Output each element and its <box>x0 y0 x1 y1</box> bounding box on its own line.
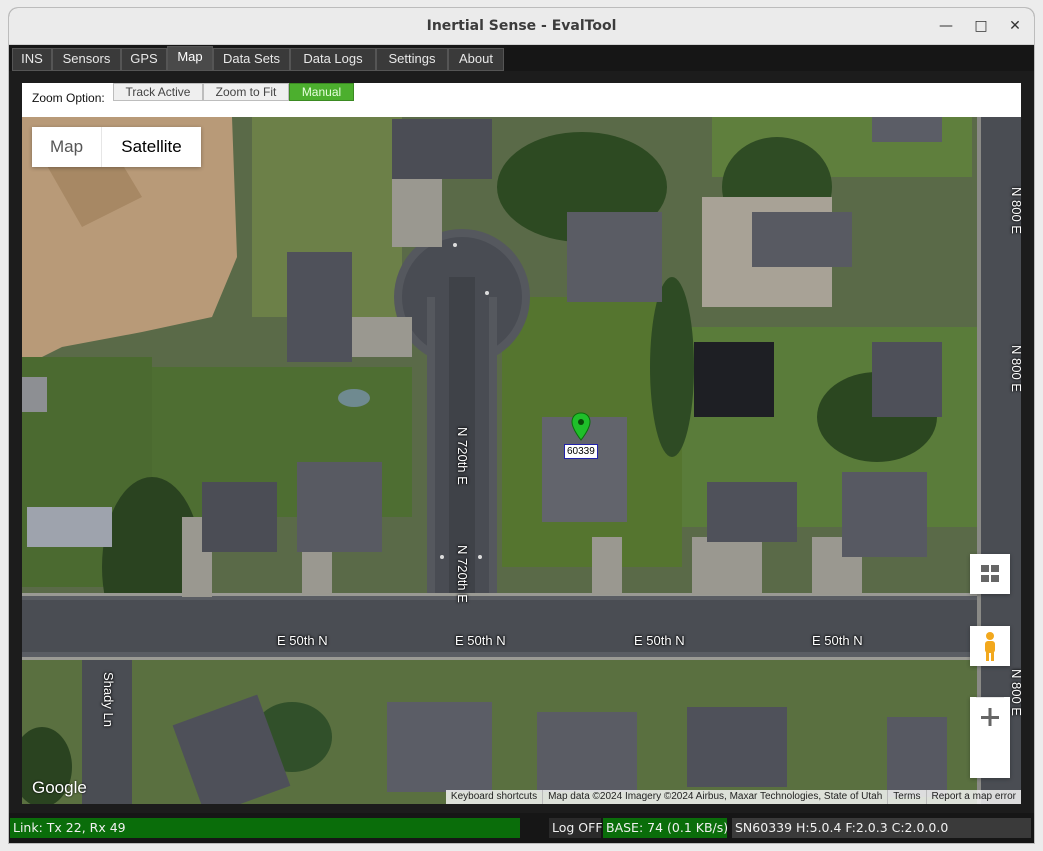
keyboard-shortcuts-link[interactable]: Keyboard shortcuts <box>446 790 542 804</box>
street-view-button[interactable] <box>970 626 1010 666</box>
maximize-button[interactable]: □ <box>971 16 991 36</box>
device-info: SN60339 H:5.0.4 F:2.0.3 C:2.0.0.0 <box>732 818 1031 838</box>
road-label-e50th-3: E 50th N <box>634 633 685 648</box>
google-logo[interactable]: Google <box>32 778 87 798</box>
road-label-n720th-2: N 720th E <box>455 545 470 603</box>
map-imagery <box>22 117 1021 804</box>
base-status: BASE: 74 (0.1 KB/s) <box>603 818 728 838</box>
tab-ins[interactable]: INS <box>12 48 52 71</box>
map-type-control: Map Satellite <box>32 127 201 167</box>
terms-link[interactable]: Terms <box>887 790 925 804</box>
tab-settings[interactable]: Settings <box>376 48 448 71</box>
map-attribution: Keyboard shortcuts Map data ©2024 Imagery… <box>445 790 1021 804</box>
zoom-track-active-button[interactable]: Track Active <box>113 83 203 101</box>
zoom-control <box>970 697 1010 778</box>
zoom-option-bar: Zoom Option: Track Active Zoom to Fit Ma… <box>22 83 1021 117</box>
close-button[interactable]: ✕ <box>1005 16 1025 36</box>
tab-map[interactable]: Map <box>167 46 213 71</box>
road-label-e50th-2: E 50th N <box>455 633 506 648</box>
map-panel: Zoom Option: Track Active Zoom to Fit Ma… <box>9 71 1034 813</box>
link-status: Link: Tx 22, Rx 49 <box>10 818 520 838</box>
app-window: Inertial Sense - EvalTool — □ ✕ INS Sens… <box>9 8 1034 843</box>
zoom-manual-button[interactable]: Manual <box>289 83 354 101</box>
minimize-button[interactable]: — <box>936 16 956 36</box>
window-title: Inertial Sense - EvalTool <box>426 18 617 34</box>
pegman-icon <box>985 632 995 661</box>
map-type-map-button[interactable]: Map <box>32 127 102 167</box>
title-bar: Inertial Sense - EvalTool — □ ✕ <box>9 8 1034 45</box>
map-data-credit: Map data ©2024 Imagery ©2024 Airbus, Max… <box>542 790 887 804</box>
road-label-shady-ln: Shady Ln <box>101 672 116 727</box>
road-label-n800e-2: N 800 E <box>1009 345 1021 392</box>
satellite-map[interactable]: E 50th N E 50th N E 50th N E 50th N N 72… <box>22 117 1021 804</box>
tab-bar: INS Sensors GPS Map Data Sets Data Logs … <box>9 45 1034 71</box>
tab-sensors[interactable]: Sensors <box>52 48 121 71</box>
zoom-to-fit-button[interactable]: Zoom to Fit <box>203 83 289 101</box>
road-label-n720th-1: N 720th E <box>455 427 470 485</box>
zoom-option-label: Zoom Option: <box>32 91 105 105</box>
log-status[interactable]: Log OFF <box>549 818 603 838</box>
marker-label: 60339 <box>564 444 598 459</box>
report-map-error-link[interactable]: Report a map error <box>925 790 1021 804</box>
map-type-satellite-button[interactable]: Satellite <box>102 127 201 167</box>
road-label-n800e-1: N 800 E <box>1009 187 1021 234</box>
tab-gps[interactable]: GPS <box>121 48 167 71</box>
tab-data-sets[interactable]: Data Sets <box>213 48 290 71</box>
status-bar: Link: Tx 22, Rx 49 Log OFF BASE: 74 (0.1… <box>9 813 1034 843</box>
road-label-n800e-3: N 800 E <box>1009 669 1021 716</box>
road-label-e50th-4: E 50th N <box>812 633 863 648</box>
tab-data-logs[interactable]: Data Logs <box>290 48 376 71</box>
road-label-e50th-1: E 50th N <box>277 633 328 648</box>
map-pin-icon[interactable] <box>571 412 591 442</box>
zoom-out-icon[interactable] <box>970 697 1010 737</box>
fullscreen-icon <box>981 565 999 582</box>
tab-about[interactable]: About <box>448 48 504 71</box>
fullscreen-button[interactable] <box>970 554 1010 594</box>
